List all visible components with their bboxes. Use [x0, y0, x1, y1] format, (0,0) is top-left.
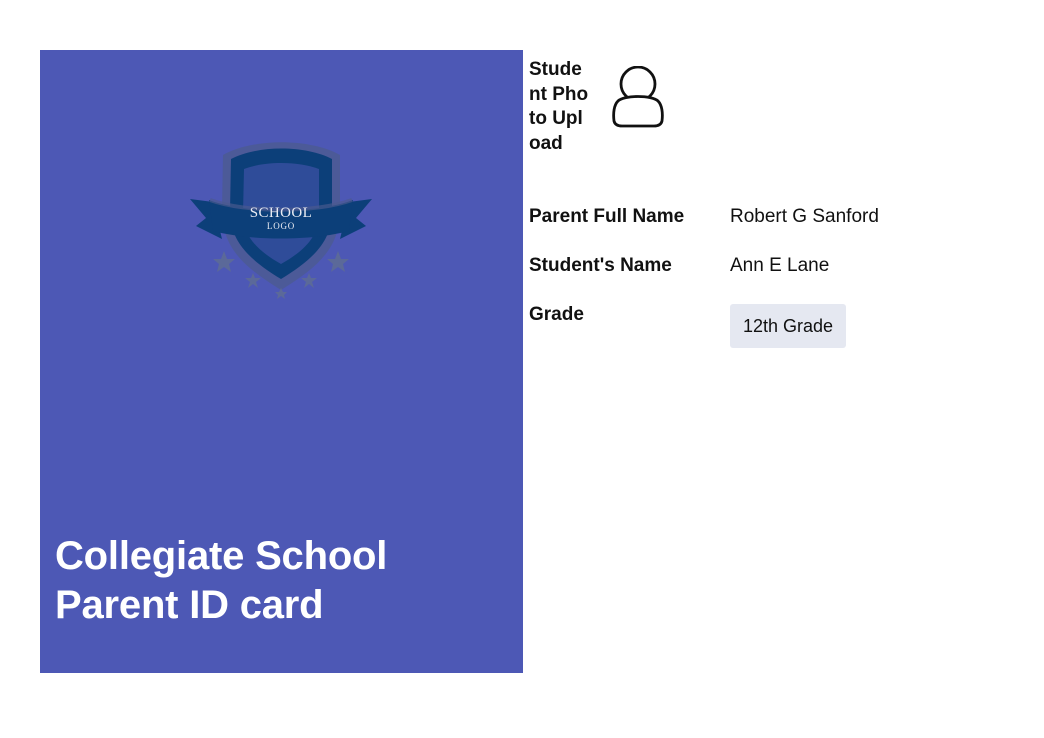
- card-title-line-2: Parent ID card: [55, 583, 324, 627]
- parent-id-card: SCHOOL LOGO Collegiate School Parent ID …: [40, 50, 523, 673]
- parent-full-name-label: Parent Full Name: [529, 206, 685, 227]
- student-photo-upload-label: Student Photo Upload: [529, 59, 589, 154]
- parent-full-name-value: Robert G Sanford: [730, 206, 879, 227]
- student-name-value: Ann E Lane: [730, 255, 830, 276]
- star-icon: [301, 273, 317, 288]
- star-icon: [245, 273, 261, 288]
- school-logo: SCHOOL LOGO: [190, 142, 372, 299]
- card-title: Collegiate School Parent ID card: [55, 532, 505, 630]
- grade-label: Grade: [529, 304, 584, 325]
- star-icon: [275, 288, 287, 299]
- school-logo-top-text: SCHOOL: [250, 205, 312, 221]
- student-name-label: Student's Name: [529, 255, 672, 276]
- school-logo-bottom-text: LOGO: [267, 221, 295, 231]
- star-icon: [213, 251, 235, 272]
- person-upload-icon: [612, 65, 664, 128]
- student-photo-upload-button[interactable]: [608, 65, 668, 128]
- star-icon: [327, 251, 349, 272]
- shield-icon: SCHOOL LOGO: [190, 142, 372, 290]
- card-title-line-1: Collegiate School: [55, 534, 388, 578]
- grade-select[interactable]: 12th Grade: [730, 304, 847, 348]
